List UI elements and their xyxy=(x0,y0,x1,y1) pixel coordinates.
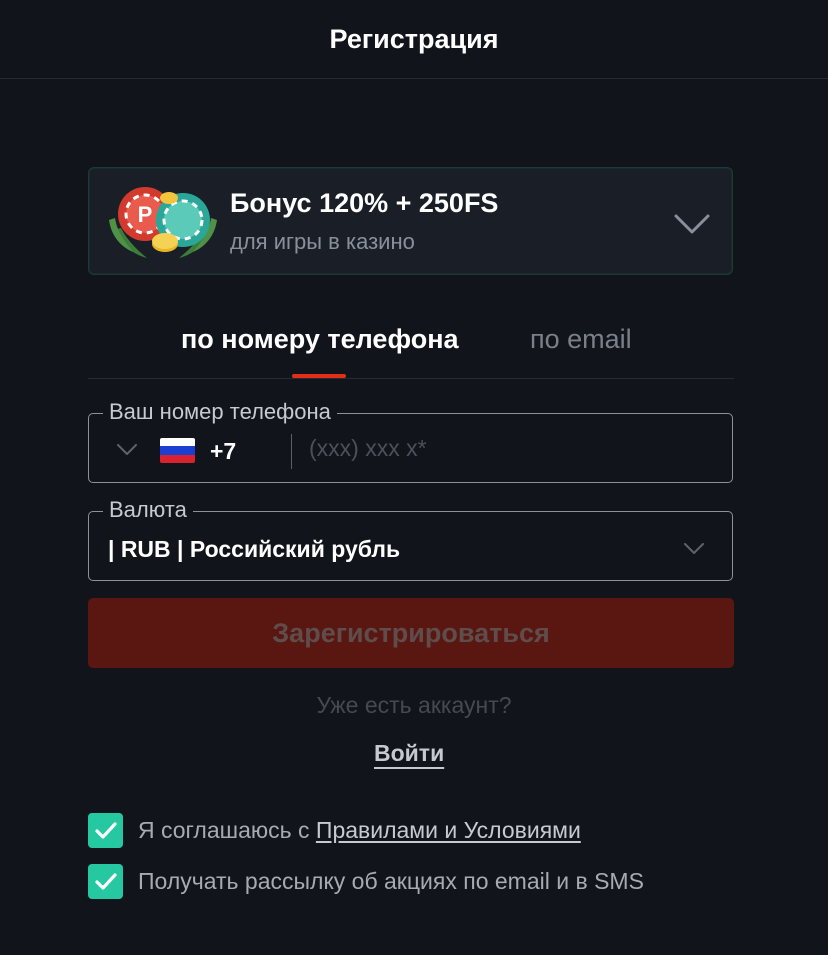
have-account-text: Уже есть аккаунт? xyxy=(316,692,512,718)
russia-flag-icon[interactable] xyxy=(160,438,195,463)
chevron-down-icon[interactable] xyxy=(117,444,137,456)
checkmark-icon xyxy=(94,872,117,890)
terms-link[interactable]: Правилами и Условиями xyxy=(316,817,581,843)
country-code: +7 xyxy=(210,438,237,464)
currency-select[interactable]: Валюта | RUB | Российский рубль xyxy=(88,497,733,581)
bonus-title: Бонус 120% + 250FS xyxy=(230,188,499,218)
phone-input[interactable] xyxy=(298,428,740,468)
newsletter-checkbox[interactable] xyxy=(88,864,123,899)
terms-consent-label: Я соглашаюсь с Правилами и Условиями xyxy=(138,817,581,844)
newsletter-consent-label: Получать рассылку об акциях по email и в… xyxy=(138,868,644,894)
terms-checkbox[interactable] xyxy=(88,813,123,848)
terms-consent-text: Я соглашаюсь с xyxy=(138,817,316,843)
registration-method-tabs: по номеру телефона по email xyxy=(88,310,734,379)
newsletter-consent-row: Получать рассылку об акциях по email и в… xyxy=(88,864,728,900)
currency-value: | RUB | Российский рубль xyxy=(108,536,401,562)
tab-email[interactable]: по email xyxy=(530,324,632,355)
register-button[interactable]: Зарегистрироваться xyxy=(88,598,734,668)
login-link[interactable]: Войти xyxy=(374,740,444,767)
bonus-subtitle: для игры в казино xyxy=(230,229,415,254)
header: Регистрация xyxy=(0,0,828,79)
active-tab-indicator xyxy=(292,374,346,378)
terms-consent-row: Я соглашаюсь с Правилами и Условиями xyxy=(88,813,728,849)
chevron-down-icon xyxy=(684,543,704,554)
svg-text:P: P xyxy=(138,202,153,227)
tab-phone[interactable]: по номеру телефона xyxy=(181,324,459,355)
phone-field-label: Ваш номер телефона xyxy=(103,399,337,425)
bonus-selector[interactable]: P Бонус 120% + 250FS для игры в казино xyxy=(88,167,733,275)
page-title: Регистрация xyxy=(329,23,499,54)
checkmark-icon xyxy=(94,821,117,839)
divider xyxy=(291,434,292,469)
currency-field-label: Валюта xyxy=(103,497,193,523)
chevron-down-icon[interactable] xyxy=(674,213,710,235)
casino-chips-wreath-icon: P xyxy=(109,187,217,258)
phone-field: Ваш номер телефона +7 xyxy=(88,399,740,483)
